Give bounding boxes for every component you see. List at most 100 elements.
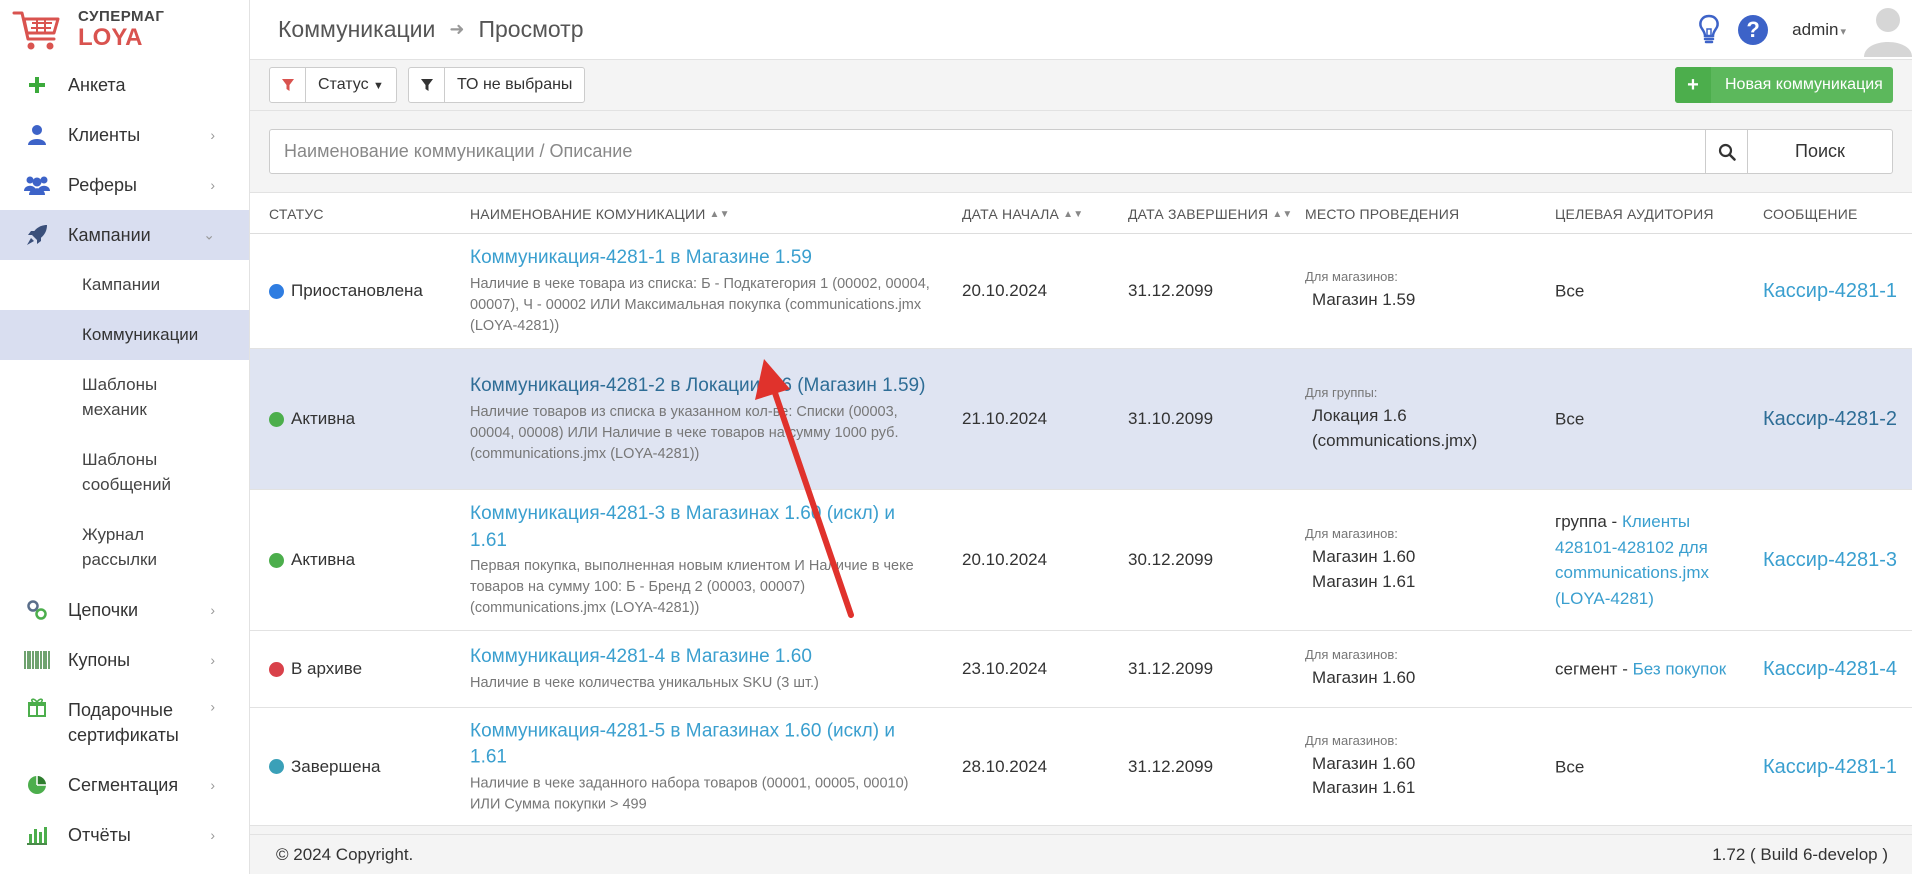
audience-link[interactable]: Без покупок (1633, 659, 1727, 678)
breadcrumb: Коммуникации ➜ Просмотр (278, 16, 584, 43)
to-filter-button[interactable]: ТО не выбраны (408, 67, 586, 103)
search-icon[interactable] (1706, 129, 1748, 174)
new-communication-button[interactable]: + Новая коммуникация (1675, 67, 1893, 103)
link-icon (24, 597, 50, 623)
communication-description: Наличие в чеке заданного набора товаров … (470, 775, 909, 813)
sidebar-item-clients[interactable]: Клиенты › (0, 110, 249, 160)
sidebar-subitem-label: Шаблоны механик (82, 374, 158, 419)
column-audience: ЦЕЛЕВАЯ АУДИТОРИЯ (1555, 206, 1714, 222)
table-row[interactable]: Активна Коммуникация-4281-3 в Магазинах … (250, 490, 1912, 631)
end-date: 30.12.2099 (1128, 550, 1214, 569)
sidebar-item-gift-certificates[interactable]: Подарочные сертификаты › (0, 685, 249, 760)
end-date: 31.12.2099 (1128, 281, 1214, 300)
message-link[interactable]: Кассир-4281-1 (1763, 277, 1903, 305)
sidebar-item-coupons[interactable]: Купоны › (0, 635, 249, 685)
column-start-date[interactable]: ДАТА НАЧАЛА ▲▼ (962, 193, 1083, 235)
name-cell: Коммуникация-4281-2 в Локации 1.6 (Магаз… (470, 373, 930, 465)
sidebar-subitem-message-templates[interactable]: Шаблоны сообщений (0, 435, 249, 510)
sidebar-item-chains[interactable]: Цепочки › (0, 585, 249, 635)
message-link[interactable]: Кассир-4281-4 (1763, 655, 1903, 683)
sidebar-subitem-mechanic-templates[interactable]: Шаблоны механик (0, 360, 249, 435)
plus-icon (24, 72, 50, 98)
logo[interactable]: СУПЕРМАГ LOYA (0, 0, 249, 60)
message-link[interactable]: Кассир-4281-2 (1763, 405, 1903, 433)
communication-link[interactable]: Коммуникация-4281-2 в Локации 1.6 (Магаз… (470, 373, 930, 400)
column-end-date[interactable]: ДАТА ЗАВЕРШЕНИЯ ▲▼ (1128, 193, 1293, 235)
sidebar-subitem-communications[interactable]: Коммуникации (0, 310, 249, 360)
message-link[interactable]: Кассир-4281-3 (1763, 546, 1903, 574)
help-icon[interactable]: ? (1738, 15, 1769, 45)
rocket-icon (24, 222, 50, 248)
communications-table: СТАТУС НАИМЕНОВАНИЕ КОМУНИКАЦИИ ▲▼ ДАТА Н… (250, 192, 1912, 826)
sidebar-item-campaigns[interactable]: Кампании ⌄ (0, 210, 249, 260)
sidebar-item-label: Сегментация (68, 774, 179, 795)
communication-description: Первая покупка, выполненная новым клиент… (470, 558, 914, 617)
logo-subtitle: LOYA (78, 24, 143, 52)
sidebar-item-segmentation[interactable]: Сегментация › (0, 760, 249, 810)
communication-description: Наличие товаров из списка в указанном ко… (470, 403, 899, 462)
table-row[interactable]: В архиве Коммуникация-4281-4 в Магазине … (250, 631, 1912, 708)
sidebar-subitem-label: Коммуникации (82, 325, 199, 344)
sidebar-item-reports[interactable]: Отчёты › (0, 810, 249, 860)
search-button[interactable]: Поиск (1747, 129, 1893, 174)
sidebar-subitem-campaigns[interactable]: Кампании (0, 260, 249, 310)
users-icon (24, 172, 50, 198)
place-label: Для магазинов: (1305, 269, 1398, 285)
caret-down-icon: ▾ (1840, 26, 1846, 38)
lightbulb-icon[interactable] (1696, 14, 1722, 46)
message-link[interactable]: Кассир-4281-1 (1763, 753, 1903, 781)
status-dot (269, 411, 284, 427)
search-input[interactable] (269, 129, 1706, 174)
communication-link[interactable]: Коммуникация-4281-5 в Магазинах 1.60 (ис… (470, 718, 930, 771)
status-filter-button[interactable]: Статус ▼ (269, 67, 397, 103)
sidebar: СУПЕРМАГ LOYA Анкета Клиенты › Реферы › … (0, 0, 250, 874)
place-cell: Для магазинов: Магазин 1.60 Магазин 1.61 (1305, 732, 1415, 800)
end-date: 31.10.2099 (1128, 409, 1214, 428)
breadcrumb-item-communications[interactable]: Коммуникации (278, 16, 435, 43)
communication-link[interactable]: Коммуникация-4281-3 в Магазинах 1.60 (ис… (470, 501, 930, 554)
table-header: СТАТУС НАИМЕНОВАНИЕ КОМУНИКАЦИИ ▲▼ ДАТА Н… (250, 192, 1912, 234)
table-row[interactable]: Приостановлена Коммуникация-4281-1 в Маг… (250, 234, 1912, 349)
column-end-label: ДАТА ЗАВЕРШЕНИЯ (1128, 206, 1269, 222)
column-status: СТАТУС (269, 206, 324, 222)
filter-icon (270, 68, 306, 102)
cart-logo-icon (12, 11, 60, 50)
place-label: Для группы: (1305, 384, 1378, 400)
sidebar-item-label: Анкета (68, 74, 126, 95)
communication-link[interactable]: Коммуникация-4281-1 в Магазине 1.59 (470, 245, 930, 272)
table-row[interactable]: Активна Коммуникация-4281-2 в Локации 1.… (250, 349, 1912, 490)
new-communication-label: Новая коммуникация (1725, 76, 1883, 93)
sidebar-item-referrers[interactable]: Реферы › (0, 160, 249, 210)
chevron-right-icon: › (210, 602, 215, 618)
sort-icon: ▲▼ (1063, 208, 1084, 220)
status-cell: Приостановлена (269, 281, 423, 301)
column-message: СООБЩЕНИЕ (1763, 206, 1858, 222)
chevron-right-icon: › (210, 777, 215, 793)
user-menu[interactable]: admin ▾ (1792, 20, 1846, 40)
version: 1.72 ( Build 6-develop ) (1712, 844, 1888, 864)
status-dot (269, 759, 284, 774)
communication-link[interactable]: Коммуникация-4281-4 в Магазине 1.60 (470, 644, 930, 671)
start-date: 20.10.2024 (962, 550, 1048, 569)
place-value: Магазин 1.61 (1312, 778, 1416, 797)
username: admin (1792, 20, 1839, 39)
status-cell: Завершена (269, 757, 380, 777)
sidebar-subitem-mailing-log[interactable]: Журнал рассылки (0, 510, 249, 585)
column-name[interactable]: НАИМЕНОВАНИЕ КОМУНИКАЦИИ ▲▼ (470, 193, 730, 235)
audience-text: сегмент - (1555, 659, 1633, 679)
footer: © 2024 Copyright. 1.72 ( Build 6-develop… (250, 834, 1912, 874)
status-text: Активна (291, 550, 356, 569)
sidebar-item-anketa[interactable]: Анкета (0, 60, 249, 110)
chevron-right-icon: › (210, 177, 215, 193)
audience-text: Все (1555, 756, 1585, 776)
logo-title: СУПЕРМАГ (78, 7, 165, 25)
place-cell: Для магазинов: Магазин 1.60 (1305, 647, 1415, 691)
end-date: 31.12.2099 (1128, 659, 1214, 678)
audience-cell: группа - Клиенты 428101-428102 для commu… (1555, 509, 1735, 611)
avatar[interactable] (1864, 3, 1912, 57)
table-row[interactable]: Завершена Коммуникация-4281-5 в Магазина… (250, 708, 1912, 826)
start-date: 20.10.2024 (962, 281, 1048, 300)
sidebar-subitem-label: Кампании (82, 275, 161, 294)
end-date: 31.12.2099 (1128, 756, 1214, 776)
filter-toolbar: Статус ▼ ТО не выбраны + Новая коммуника… (250, 60, 1912, 111)
